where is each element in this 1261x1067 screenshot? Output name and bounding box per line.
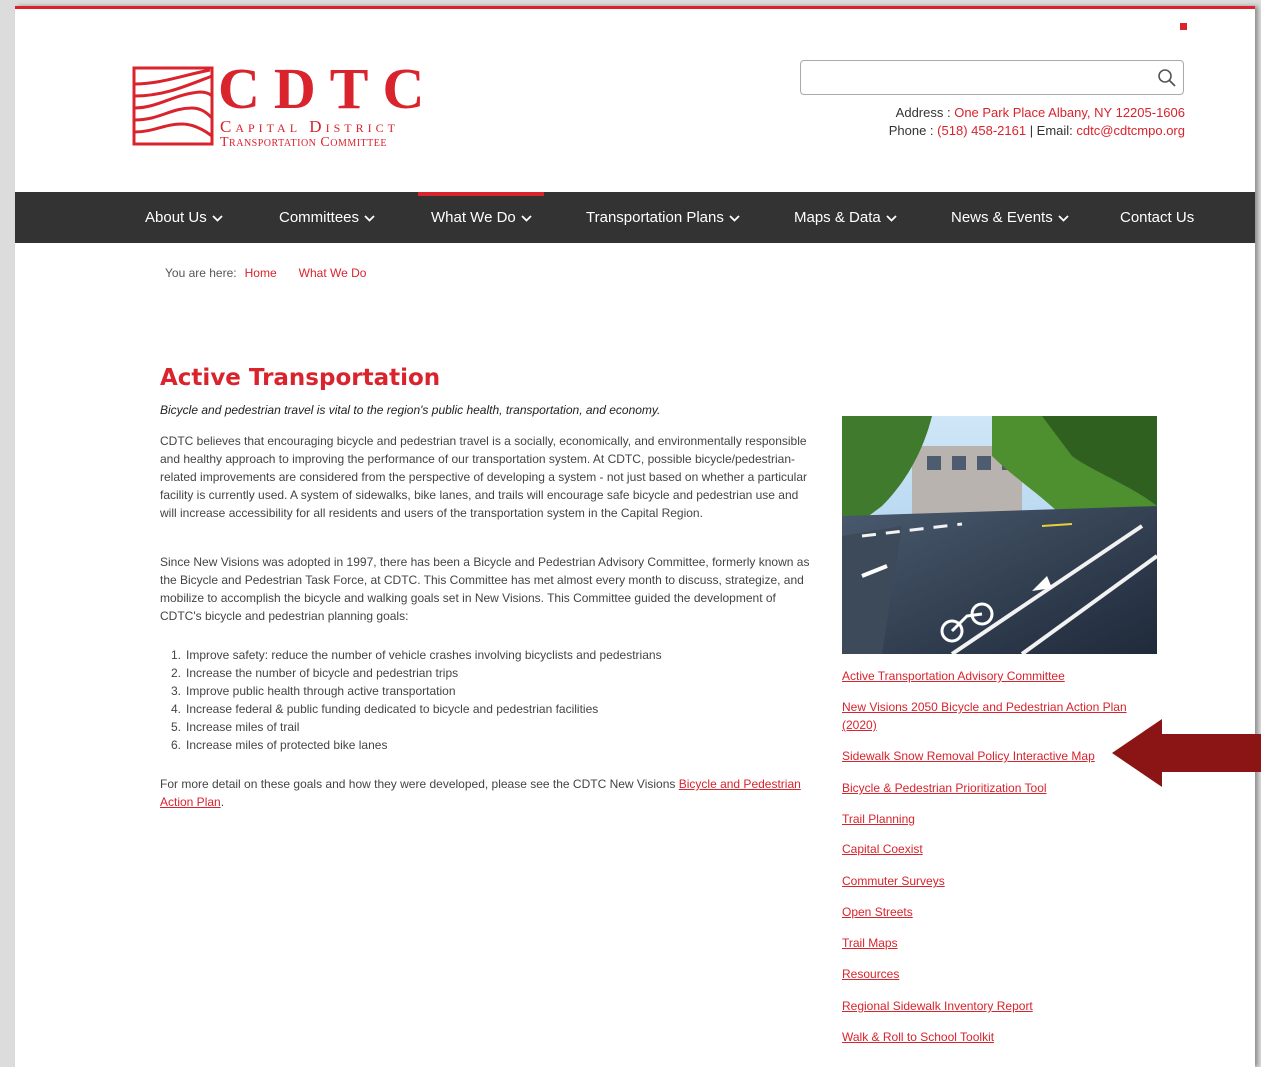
sidebar-link-bike-ped-action-plan[interactable]: New Visions 2050 Bicycle and Pedestrian … <box>842 698 1147 734</box>
chevron-down-icon <box>521 214 532 222</box>
nav-label: Committees <box>279 209 360 226</box>
nav-label: News & Events <box>951 209 1053 226</box>
bike-lane-photo <box>842 416 1157 654</box>
phone-value[interactable]: (518) 458-2161 <box>937 123 1026 138</box>
goal-text: Increase federal & public funding dedica… <box>186 702 599 716</box>
sidebar-link-walk-roll-toolkit[interactable]: Walk & Roll to School Toolkit <box>842 1028 1147 1046</box>
goal-text: Increase miles of trail <box>186 720 300 734</box>
main-nav: About Us Committees What We Do Transport… <box>15 192 1255 243</box>
contact-info: Address : One Park Place Albany, NY 1220… <box>889 104 1185 140</box>
chevron-down-icon <box>364 214 375 222</box>
sidebar-link-prioritization-tool[interactable]: Bicycle & Pedestrian Prioritization Tool <box>842 779 1147 797</box>
sidebar-link-open-streets[interactable]: Open Streets <box>842 903 1147 921</box>
search-icon[interactable] <box>1157 68 1177 88</box>
chevron-down-icon <box>212 214 223 222</box>
list-item: 2. Increase the number of bicycle and ped… <box>160 664 662 682</box>
nav-about-us[interactable]: About Us <box>145 192 223 243</box>
address-line: Address : One Park Place Albany, NY 1220… <box>889 104 1185 122</box>
logo-subtitle-line2: Transportation Committee <box>220 135 387 150</box>
chevron-down-icon <box>729 214 740 222</box>
list-item: 1. Improve safety: reduce the number of v… <box>160 646 662 664</box>
nav-what-we-do[interactable]: What We Do <box>418 192 544 243</box>
sidebar-link-trail-planning[interactable]: Trail Planning <box>842 810 1147 828</box>
logo-subtitle-line1: Capital District <box>220 117 399 136</box>
email-label: | Email: <box>1026 123 1077 138</box>
goal-number: 5. <box>170 720 181 734</box>
goal-text: Increase miles of protected bike lanes <box>186 738 388 752</box>
more-detail-paragraph: For more detail on these goals and how t… <box>160 775 815 811</box>
chevron-down-icon <box>886 214 897 222</box>
cdtc-emblem-icon <box>132 66 214 146</box>
list-item: 6. Increase miles of protected bike lanes <box>160 736 662 754</box>
nav-label: Transportation Plans <box>586 209 724 226</box>
sidebar-link-sidewalk-inventory[interactable]: Regional Sidewalk Inventory Report <box>842 997 1147 1015</box>
sidebar-link-commuter-surveys[interactable]: Commuter Surveys <box>842 872 1147 890</box>
breadcrumb-prefix: You are here: <box>165 266 237 280</box>
chevron-down-icon <box>1058 214 1069 222</box>
sidebar-link-atac[interactable]: Active Transportation Advisory Committee <box>842 667 1147 685</box>
nav-label: Maps & Data <box>794 209 881 226</box>
goal-number: 1. <box>170 648 181 662</box>
sidebar-link-resources[interactable]: Resources <box>842 965 1147 983</box>
goal-text: Improve public health through active tra… <box>186 684 456 698</box>
nav-maps-data[interactable]: Maps & Data <box>794 192 897 243</box>
nav-label: Contact Us <box>1120 209 1195 226</box>
corner-square-icon <box>1180 23 1187 30</box>
address-value: One Park Place Albany, NY 12205-1606 <box>954 105 1185 120</box>
phone-email-line: Phone : (518) 458-2161 | Email: cdtc@cdt… <box>889 122 1185 140</box>
breadcrumb-home[interactable]: Home <box>245 266 277 280</box>
logo-wordmark: CDTC <box>218 56 439 121</box>
list-item: 5. Increase miles of trail <box>160 718 662 736</box>
callout-arrow-icon <box>1112 719 1261 787</box>
list-item: 4. Increase federal & public funding dedi… <box>160 700 662 718</box>
nav-news-events[interactable]: News & Events <box>951 192 1069 243</box>
goal-text: Improve safety: reduce the number of veh… <box>186 648 662 662</box>
page: CDTC Capital District Transportation Com… <box>15 6 1255 1067</box>
intro-paragraph: CDTC believes that encouraging bicycle a… <box>160 434 808 520</box>
page-title: Active Transportation <box>160 365 441 391</box>
phone-label: Phone : <box>888 123 938 138</box>
sidebar-link-trail-maps[interactable]: Trail Maps <box>842 934 1147 952</box>
nav-label: What We Do <box>431 209 516 226</box>
list-item: 3. Improve public health through active t… <box>160 682 662 700</box>
goal-number: 3. <box>170 684 181 698</box>
nav-label: About Us <box>145 209 207 226</box>
email-value[interactable]: cdtc@cdtcmpo.org <box>1076 123 1185 138</box>
nav-transportation-plans[interactable]: Transportation Plans <box>586 192 740 243</box>
cdtc-logo[interactable]: CDTC Capital District Transportation Com… <box>130 59 450 154</box>
goal-number: 2. <box>170 666 181 680</box>
history-paragraph: Since New Visions was adopted in 1997, t… <box>160 555 810 623</box>
sidebar-link-capital-coexist[interactable]: Capital Coexist <box>842 840 1147 858</box>
address-label: Address : <box>895 105 955 120</box>
nav-contact-us[interactable]: Contact Us <box>1120 192 1194 243</box>
more-detail-end: . <box>220 795 225 809</box>
goal-number: 6. <box>170 738 181 752</box>
breadcrumb: You are here: Home What We Do <box>165 266 366 280</box>
page-subtitle: Bicycle and pedestrian travel is vital t… <box>160 403 661 417</box>
search-box <box>800 60 1184 95</box>
breadcrumb-what-we-do[interactable]: What We Do <box>299 266 367 280</box>
sidebar-link-snow-removal-map[interactable]: Sidewalk Snow Removal Policy Interactive… <box>842 747 1147 765</box>
goal-text: Increase the number of bicycle and pedes… <box>186 666 459 680</box>
more-detail-text: For more detail on these goals and how t… <box>160 777 679 791</box>
search-input[interactable] <box>801 61 1161 94</box>
goal-number: 4. <box>170 702 181 716</box>
nav-committees[interactable]: Committees <box>279 192 375 243</box>
goals-list: 1. Improve safety: reduce the number of v… <box>160 646 662 754</box>
